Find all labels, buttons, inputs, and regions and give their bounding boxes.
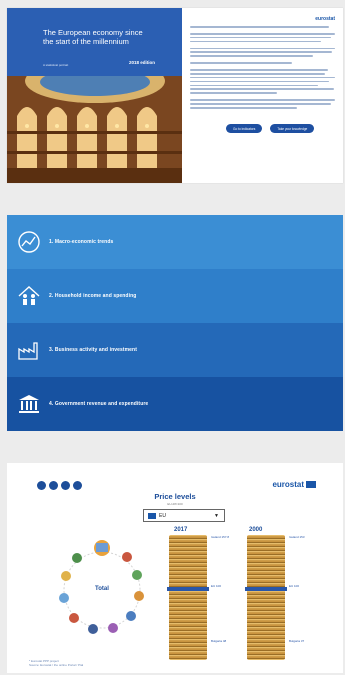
government-icon [19, 395, 39, 413]
menu-item-label: 1. Macro-economic trends [49, 239, 114, 245]
annotation-left-top: Iceland 157.8 [211, 535, 230, 539]
hero-intro-text [190, 26, 335, 111]
footnote-line: Source: Eurostat / the online Portal / P… [29, 663, 84, 667]
category-wheel: Total [47, 530, 157, 645]
go-to-indicators-button[interactable]: Go to indicators [226, 124, 263, 133]
eu-flag-icon [148, 512, 156, 519]
annotation-right-mid: EU 100 [289, 584, 300, 588]
total-label: Total [95, 586, 109, 592]
annotation-right-top: Iceland 153 [289, 535, 305, 539]
menu-item-business[interactable]: 3. Business activity and investment [7, 323, 343, 377]
country-select[interactable]: EU ▼ [143, 509, 225, 522]
eurostat-logo: eurostat [315, 16, 335, 22]
hero-buttons: Go to indicators Take your knowledge [226, 124, 315, 133]
test-knowledge-button[interactable]: Take your knowledge [270, 124, 315, 133]
eu-marker-left [167, 587, 209, 591]
chart-icon [18, 231, 40, 253]
coin-stack-left [169, 535, 207, 660]
menu-item-household[interactable]: 2. Household income and spending [7, 269, 343, 323]
price-levels-subtitle: EU-28=100 [167, 502, 183, 506]
linkedin-icon[interactable] [61, 481, 70, 490]
menu-item-label: 4. Government revenue and expenditure [49, 401, 149, 407]
annotation-left-bot: Bulgaria 48 [211, 639, 227, 643]
factory-icon [18, 342, 38, 360]
year-label-right: 2000 [249, 527, 263, 533]
coin-stack-right [247, 535, 285, 660]
menu-item-label: 3. Business activity and investment [49, 347, 137, 353]
eu-marker-right [245, 587, 287, 591]
facebook-icon[interactable] [37, 481, 46, 490]
chevron-down-icon: ▼ [214, 513, 219, 519]
hero-card: The European economy since the start of … [7, 8, 343, 183]
eurostat-logo: eurostat [272, 480, 316, 489]
menu-item-label: 2. Household income and spending [49, 293, 137, 299]
hero-text-panel: eurostat Go to indicators Take your know… [182, 8, 343, 183]
footnote: * Eurostat PPP project Source: Eurostat … [29, 659, 83, 667]
annotation-left-mid: EU 100 [211, 584, 222, 588]
eu-flag-icon [306, 481, 316, 489]
email-icon[interactable] [73, 481, 82, 490]
menu-item-macro-economic[interactable]: 1. Macro-economic trends [7, 215, 343, 269]
price-levels-panel: eurostat Price levels EU-28=100 EU ▼ Tot… [7, 463, 343, 673]
hero-photo [7, 59, 182, 183]
country-select-value: EU [159, 512, 166, 519]
share-icons [37, 481, 82, 490]
annotation-right-bot: Bulgaria 37 [289, 639, 305, 643]
hero-edition: 2018 edition [129, 60, 156, 65]
menu-item-government[interactable]: 4. Government revenue and expenditure [7, 377, 343, 431]
price-levels-title: Price levels [154, 492, 196, 501]
hero-cover: The European economy since the start of … [7, 8, 182, 183]
year-label-left: 2017 [174, 527, 188, 533]
chapter-menu: 1. Macro-economic trends 2. Household in… [7, 215, 343, 432]
hero-subtitle: A statistical portrait [43, 63, 69, 67]
household-icon [18, 286, 40, 305]
hero-title: The European economy since the start of … [43, 28, 143, 46]
twitter-icon[interactable] [49, 481, 58, 490]
